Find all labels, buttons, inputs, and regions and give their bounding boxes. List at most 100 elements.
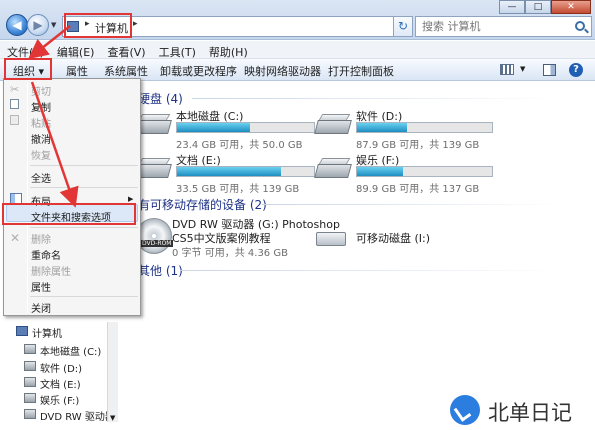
search-input[interactable] [422,20,572,33]
menu-item-paste[interactable]: 粘贴 [31,115,51,130]
dvd-drive-icon [24,409,36,419]
preview-pane-icon[interactable] [543,64,556,76]
back-arrow-icon: ◀ [12,18,22,32]
drive-usage-bar [356,122,493,133]
menu-item-rename[interactable]: 重命名 [31,247,61,262]
section-divider [262,204,562,205]
hard-disk-icon [24,393,36,403]
computer-icon [16,326,28,336]
map-network-drive-button[interactable]: 映射网络驱动器 [244,63,321,79]
paste-icon [10,115,19,125]
menu-gutter [27,81,28,313]
hard-disk-icon [24,377,36,387]
view-options-dropdown-icon[interactable]: ▼ [520,65,525,73]
hard-disk-icon [314,158,352,180]
menu-separator [30,187,138,188]
menu-item-redo[interactable]: 恢复 [31,147,51,162]
nav-drive-c[interactable]: 本地磁盘 (C:) [10,342,110,358]
brand-logo-icon [450,395,480,425]
drive-size: 0 字节 可用，共 4.36 GB [172,248,288,259]
hard-disk-icon [134,114,172,136]
forward-arrow-icon: ▶ [33,18,43,32]
back-button[interactable]: ◀ [6,14,28,36]
nav-label: 本地磁盘 (C:) [40,347,102,358]
removable-storage-header[interactable]: 有可移动存储的设备 (2) [138,196,267,213]
menu-item-properties[interactable]: 属性 [31,279,51,294]
minimize-button[interactable]: — [499,0,525,14]
nav-label: 娱乐 (F:) [40,396,80,407]
dvd-rom-label: DVD-ROM [140,240,174,247]
drive-e[interactable]: 文档 (E:) 33.5 GB 可用，共 139 GB [134,152,316,195]
drive-f[interactable]: 娱乐 (F:) 89.9 GB 可用，共 137 GB [314,152,496,195]
nav-label: 计算机 [32,329,62,340]
removable-disk-i[interactable]: 可移动磁盘 (I:) [316,222,496,252]
dvd-disc-icon [136,218,172,254]
menu-separator [30,296,138,297]
drive-usage-bar [356,166,493,177]
hard-disks-header[interactable]: 硬盘 (4) [138,90,183,107]
menu-item-delete[interactable]: 删除 [31,231,51,246]
nav-drive-f[interactable]: 娱乐 (F:) [10,391,110,407]
delete-icon: ✕ [10,231,21,245]
menu-separator [30,165,138,166]
drive-size: 23.4 GB 可用，共 50.0 GB [176,140,303,151]
menu-bar: 文件(F) 编辑(E) 查看(V) 工具(T) 帮助(H) [0,41,595,59]
menu-item-cut[interactable]: 剪切 [31,83,51,98]
hard-disk-icon [134,158,172,180]
annotation-box-organize [4,58,52,80]
window-controls: — □ ✕ [499,0,591,14]
properties-button[interactable]: 属性 [66,63,88,79]
drive-usage-bar [176,122,315,133]
recent-pages-dropdown[interactable]: ▼ [51,21,56,29]
menu-tools[interactable]: 工具(T) [152,41,202,60]
change-view-icon[interactable] [500,64,514,75]
help-icon[interactable]: ? [569,63,583,77]
system-properties-button[interactable]: 系统属性 [104,63,148,79]
watermark-text: 北单日记 [488,401,572,425]
nav-label: DVD RW 驱动器 [40,412,115,423]
menu-edit[interactable]: 编辑(E) [50,41,101,60]
nav-computer[interactable]: 计算机 [10,324,110,340]
annotation-box-address [64,13,132,38]
menu-help[interactable]: 帮助(H) [202,41,254,60]
close-button[interactable]: ✕ [551,0,591,14]
drive-c[interactable]: 本地磁盘 (C:) 23.4 GB 可用，共 50.0 GB [134,108,316,151]
nav-pane-scrollbar[interactable]: ▼ [107,322,118,422]
organize-menu: ✂ 剪切 复制 粘贴 撤消 恢复 全选 布局 ▶ 文件夹和搜索选项 ✕ 删除 重… [3,78,141,316]
search-icon[interactable] [575,21,585,31]
scroll-down-icon[interactable]: ▼ [110,414,115,422]
drive-usage-bar [176,166,315,177]
other-header[interactable]: 其他 (1) [138,262,183,279]
hard-disk-icon [24,361,36,371]
uninstall-program-button[interactable]: 卸载或更改程序 [160,63,237,79]
drive-d[interactable]: 软件 (D:) 87.9 GB 可用，共 139 GB [314,108,496,151]
navigation-pane: 计算机 本地磁盘 (C:) 软件 (D:) 文档 (E:) 娱乐 (F:) DV… [0,318,118,430]
maximize-button[interactable]: □ [525,0,551,14]
menu-item-select-all[interactable]: 全选 [31,170,51,185]
open-control-panel-button[interactable]: 打开控制面板 [328,63,394,79]
menu-item-remove-properties[interactable]: 删除属性 [31,263,71,278]
nav-dvd-drive[interactable]: DVD RW 驱动器 [10,407,115,423]
nav-label: 软件 (D:) [40,364,83,375]
hard-disk-icon [24,344,36,354]
section-divider [192,98,562,99]
nav-drive-d[interactable]: 软件 (D:) [10,359,110,375]
drive-size: 87.9 GB 可用，共 139 GB [356,140,480,151]
refresh-button[interactable]: ↻ [393,16,413,37]
search-box[interactable] [415,16,592,37]
dvd-drive-g[interactable]: DVD-ROM DVD RW 驱动器 (G:) Photoshop CS5中文版… [136,216,340,262]
cut-icon: ✂ [10,83,20,96]
removable-disk-icon [316,232,346,246]
breadcrumb-chevron-icon[interactable]: ▸ [133,19,138,29]
drive-size: 33.5 GB 可用，共 139 GB [176,184,300,195]
submenu-arrow-icon: ▶ [128,195,134,203]
menu-item-copy[interactable]: 复制 [31,99,51,114]
menu-view[interactable]: 查看(V) [100,41,151,60]
forward-button[interactable]: ▶ [27,14,49,36]
nav-drive-e[interactable]: 文档 (E:) [10,375,110,391]
nav-label: 文档 (E:) [40,380,81,391]
copy-icon [10,99,19,109]
menu-item-close[interactable]: 关闭 [31,300,51,315]
annotation-box-folder-options [2,203,136,225]
menu-item-undo[interactable]: 撤消 [31,131,51,146]
